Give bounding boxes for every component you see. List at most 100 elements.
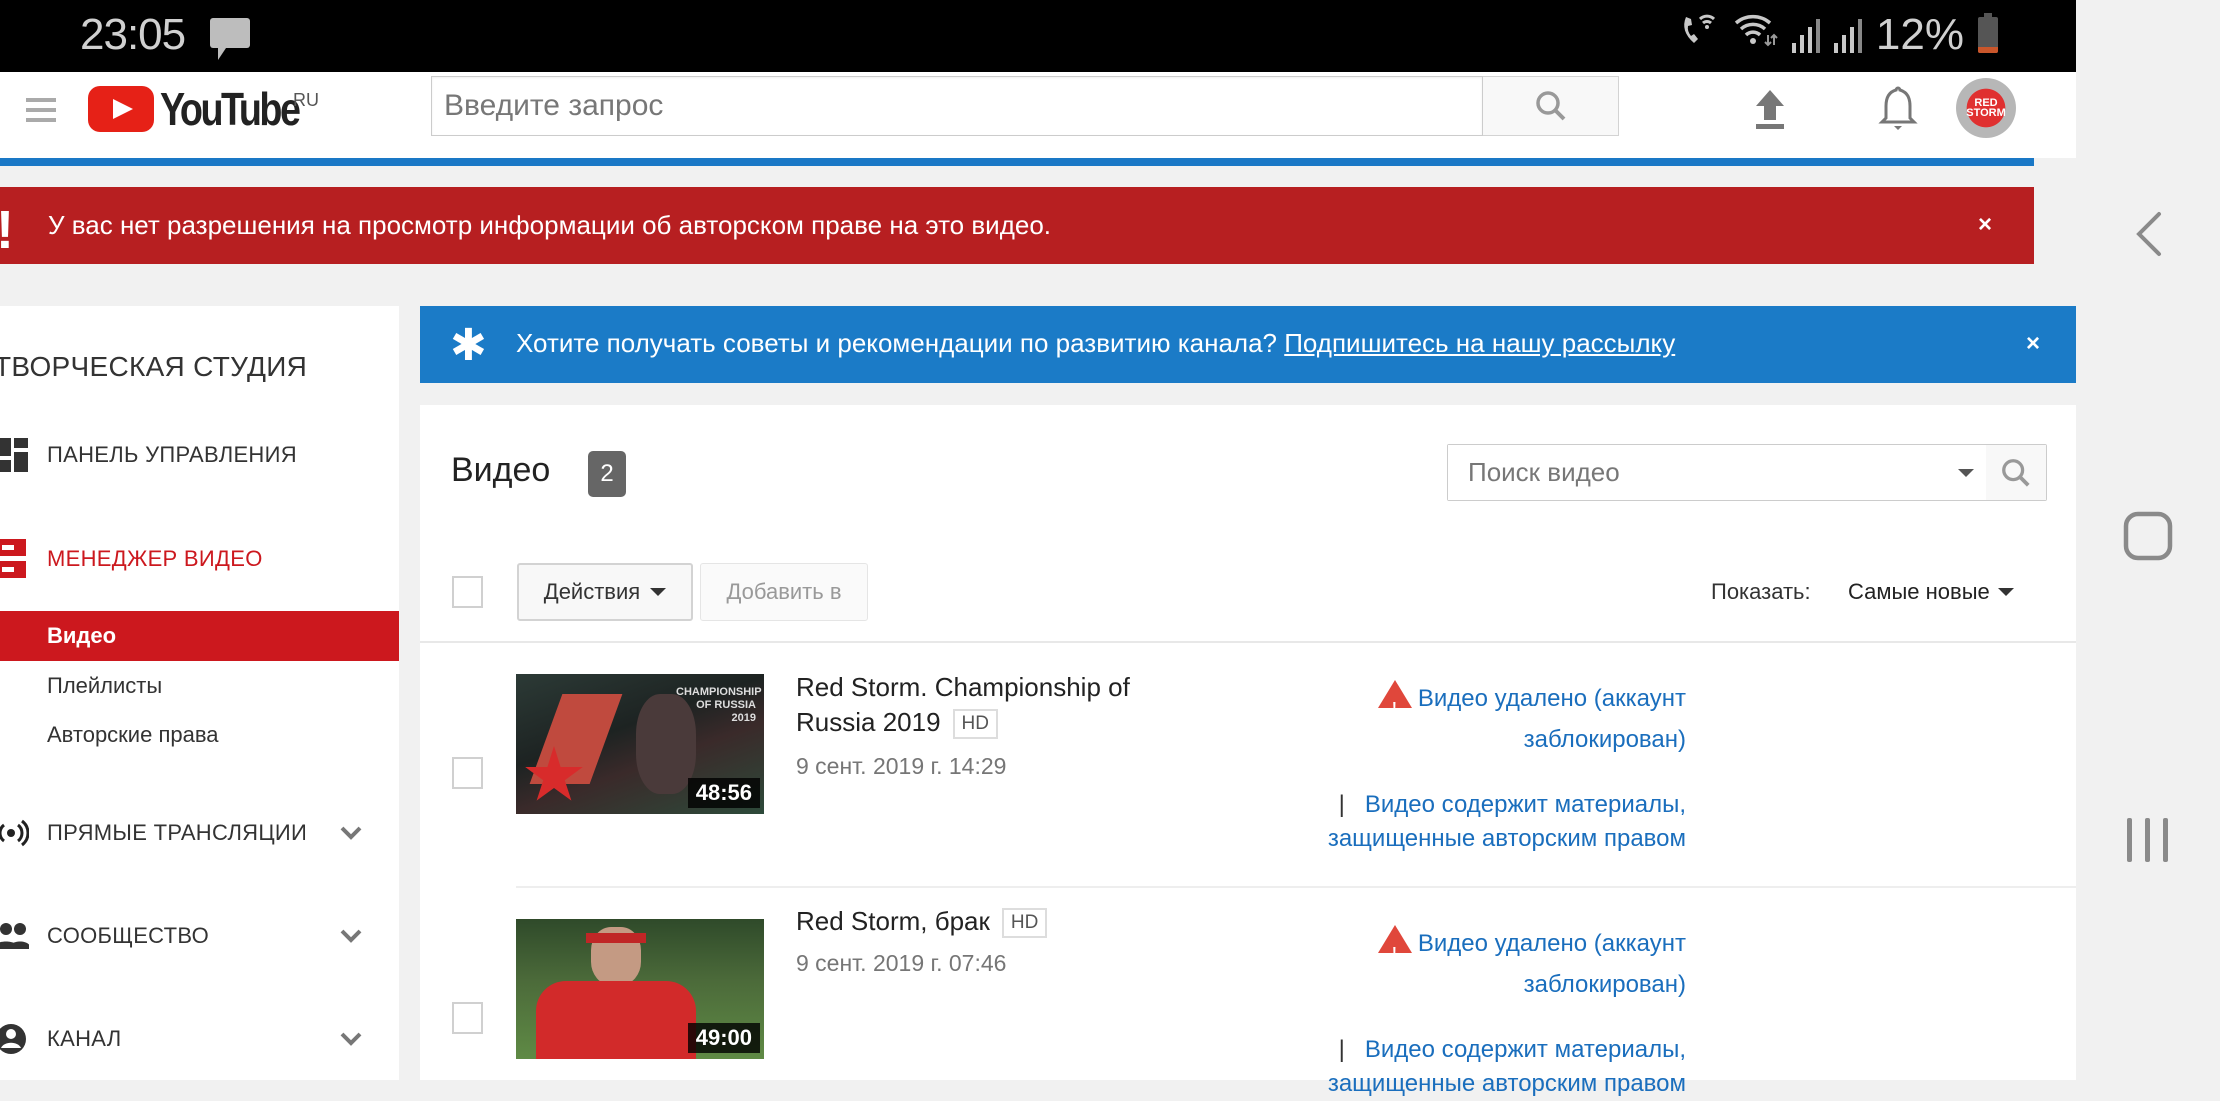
status-bar: 23:05 12% [0, 0, 2076, 72]
youtube-logo[interactable]: YouTube RU [88, 86, 329, 132]
notifications-button[interactable] [1878, 84, 1918, 134]
sidebar-item-label: КАНАЛ [47, 1026, 122, 1051]
sort-value: Самые новые [1848, 579, 1990, 604]
sidebar-subitem-playlists[interactable]: Плейлисты [0, 661, 399, 711]
close-icon[interactable]: × [1978, 211, 1992, 239]
wifi-call-icon [1680, 13, 1720, 57]
youtube-play-icon [88, 86, 154, 132]
copyright-claim[interactable]: | Видео содержит материалы, защищенные ав… [1286, 788, 1686, 856]
video-title[interactable]: Red Storm. Championship of Russia 2019 HD [796, 670, 1176, 740]
search-input[interactable] [431, 76, 1483, 136]
sidebar-item-label: СООБЩЕСТВО [47, 923, 210, 948]
recents-button[interactable] [2076, 790, 2220, 890]
sidebar-item-channel[interactable]: КАНАЛ [0, 1014, 399, 1064]
warning-icon [1377, 680, 1412, 728]
sort-label: Показать: [1711, 579, 1811, 604]
video-status[interactable]: Видео удалено (аккаунт заблокирован) [1326, 923, 1686, 1005]
video-thumbnail[interactable]: 49:00 [516, 919, 764, 1059]
warning-icon [1377, 925, 1412, 973]
exclamation-icon: ! [0, 199, 14, 261]
upload-button[interactable] [1750, 86, 1790, 136]
hd-badge: HD [1001, 908, 1048, 938]
caret-down-icon [650, 588, 667, 596]
status-text: Видео удалено (аккаунт заблокирован) [1417, 930, 1686, 998]
thumbnail-overlay-text: CHAMPIONSHIP OF RUSSIA 2019 [676, 686, 762, 724]
sidebar-title: ТВОРЧЕСКАЯ СТУДИЯ [0, 351, 308, 382]
status-icons: 12% [1680, 10, 1998, 60]
video-manager-panel: Видео 2 Действия Добавить в Показать: Са… [420, 405, 2076, 1097]
thumbnail-graphic [536, 981, 696, 1059]
select-all-checkbox[interactable] [452, 576, 483, 608]
sidebar-subitem-label: Авторские права [47, 722, 219, 747]
video-title[interactable]: Red Storm, брак HD [796, 904, 1176, 939]
sidebar-item-live[interactable]: ПРЯМЫЕ ТРАНСЛЯЦИИ [0, 808, 399, 858]
home-icon [2123, 511, 2173, 561]
menu-icon[interactable] [26, 98, 56, 124]
sidebar-subitem-label: Видео [47, 623, 117, 648]
hd-badge: HD [952, 709, 998, 739]
sidebar-item-dashboard[interactable]: ПАНЕЛЬ УПРАВЛЕНИЯ [0, 430, 399, 480]
sidebar-subitem-copyright[interactable]: Авторские права [0, 710, 399, 760]
tip-text: Хотите получать советы и рекомендации по… [516, 328, 1285, 358]
home-button[interactable] [2076, 486, 2220, 586]
back-button[interactable] [2076, 184, 2220, 284]
star-icon: ✱ [450, 321, 487, 370]
battery-icon [1978, 13, 1998, 53]
video-search [1447, 444, 2047, 501]
search-options-dropdown[interactable] [1946, 445, 1986, 500]
sidebar-subitem-label: Плейлисты [47, 673, 163, 698]
thumbnail-graphic [586, 933, 646, 943]
logo-region: RU [293, 90, 319, 110]
actions-label: Действия [543, 579, 641, 604]
video-search-input[interactable] [1448, 445, 1946, 500]
search-icon [2002, 458, 2030, 487]
battery-percent: 12% [1875, 10, 1964, 59]
sort-dropdown[interactable]: Самые новые [1848, 579, 2014, 605]
video-search-button[interactable] [1986, 445, 2046, 500]
avatar[interactable]: RED STORM [1956, 78, 2016, 138]
channel-icon [0, 1019, 30, 1059]
system-nav-bar [2076, 0, 2220, 1080]
claim-text: Видео содержит материалы, защищенные авт… [1327, 1036, 1686, 1097]
live-icon [0, 813, 30, 853]
sidebar-subitem-videos[interactable]: Видео [0, 611, 399, 661]
subscribe-newsletter-link[interactable]: Подпишитесь на нашу рассылку [1284, 328, 1675, 358]
back-icon [2136, 212, 2161, 256]
video-date: 9 сент. 2019 г. 07:46 [796, 950, 1007, 976]
video-manager-icon [0, 539, 30, 579]
page-title: Видео [451, 451, 551, 489]
video-duration: 48:56 [687, 778, 760, 808]
signal-icon [1791, 17, 1820, 53]
video-status[interactable]: Видео удалено (аккаунт заблокирован) [1326, 678, 1686, 760]
separator: | [1338, 1036, 1345, 1063]
video-row: 49:00 Red Storm, брак HD 9 сент. 2019 г. … [420, 888, 2076, 1097]
sidebar-item-label: ПАНЕЛЬ УПРАВЛЕНИЯ [47, 442, 297, 467]
error-message: У вас нет разрешения на просмотр информа… [48, 210, 1052, 240]
message-icon [210, 18, 250, 60]
video-checkbox[interactable] [452, 1002, 483, 1034]
chevron-down-icon[interactable] [340, 1028, 362, 1050]
copyright-claim[interactable]: | Видео содержит материалы, защищенные ав… [1286, 1033, 1686, 1101]
add-to-button[interactable]: Добавить в [700, 563, 868, 621]
tip-banner: ✱ Хотите получать советы и рекомендации … [420, 306, 2076, 383]
chevron-down-icon[interactable] [340, 925, 362, 947]
separator: | [1338, 791, 1345, 818]
video-row: CHAMPIONSHIP OF RUSSIA 2019 48:56 Red St… [420, 643, 2076, 889]
logo-text: YouTube [160, 83, 301, 135]
video-checkbox[interactable] [452, 757, 483, 789]
recents-icon [2127, 818, 2168, 862]
close-icon[interactable]: × [2026, 330, 2040, 358]
actions-button[interactable]: Действия [517, 563, 693, 621]
video-count-badge: 2 [588, 451, 626, 497]
caret-down-icon [1958, 468, 1974, 477]
chevron-down-icon[interactable] [340, 822, 362, 844]
sidebar-item-community[interactable]: СООБЩЕСТВО [0, 911, 399, 961]
video-thumbnail[interactable]: CHAMPIONSHIP OF RUSSIA 2019 48:56 [516, 674, 764, 814]
community-icon [0, 916, 30, 956]
claim-text: Видео содержит материалы, защищенные авт… [1327, 791, 1686, 852]
loading-bar [0, 158, 2034, 166]
search-icon [1535, 91, 1565, 121]
search-button[interactable] [1483, 76, 1619, 136]
sidebar-item-video-manager[interactable]: МЕНЕДЖЕР ВИДЕО [0, 534, 399, 584]
error-banner: ! У вас нет разрешения на просмотр инфор… [0, 187, 2034, 264]
